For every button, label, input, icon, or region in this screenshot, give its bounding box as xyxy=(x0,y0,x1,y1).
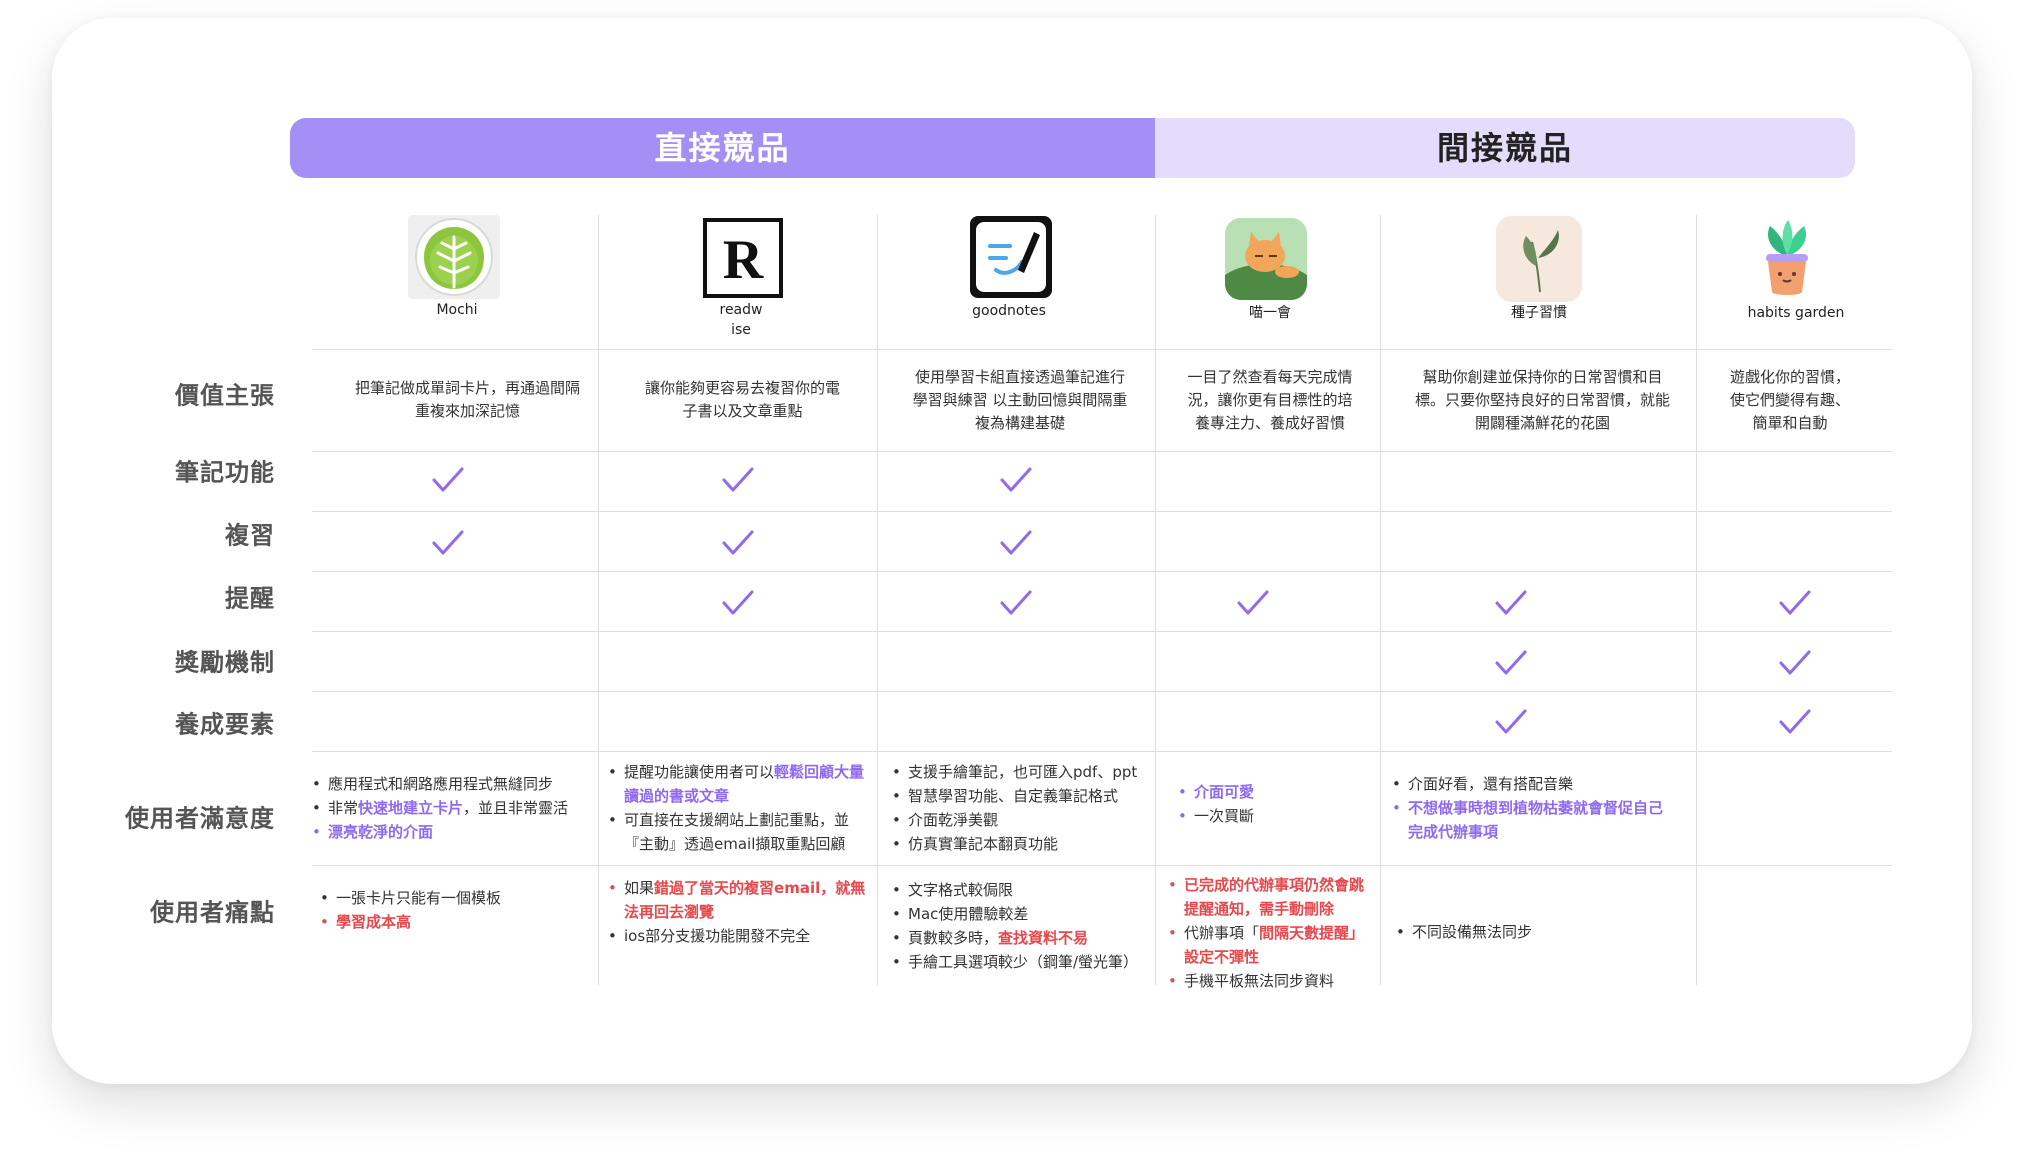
pain-list-seed-habit: 不同設備無法同步 xyxy=(1396,920,1678,944)
list-item: 學習成本高 xyxy=(320,910,590,934)
list-item: 不同設備無法同步 xyxy=(1396,920,1678,944)
row-divider xyxy=(312,865,1892,866)
checkmark-icon xyxy=(1494,708,1528,736)
list-item: ios部分支援功能開發不完全 xyxy=(608,924,870,948)
value-prop-goodnotes: 使用學習卡組直接透過筆記進行學習與練習 以主動回憶與間隔重複為構建基礎 xyxy=(912,367,1128,432)
row-divider xyxy=(312,349,1892,350)
list-item: 仿真實筆記本翻頁功能 xyxy=(892,832,1154,856)
value-prop-readwise: 讓你能夠更容易去複習你的電子書以及文章重點 xyxy=(644,379,840,420)
satisfaction-list-meow: 介面可愛 一次買斷 xyxy=(1178,780,1368,828)
satisfaction-list-mochi: 應用程式和網路應用程式無縫同步 非常快速地建立卡片，並且非常靈活 漂亮乾淨的介面 xyxy=(312,772,594,844)
row-label-reward: 獎勵機制 xyxy=(175,648,275,677)
row-divider xyxy=(312,691,1892,692)
pain-list-goodnotes: 文字格式較侷限 Mac使用體驗較差 頁數較多時，查找資料不易 手繪工具選項較少（… xyxy=(892,878,1154,974)
column-divider xyxy=(598,215,599,985)
list-item: 代辦事項「間隔天數提醒」設定不彈性 xyxy=(1168,921,1368,969)
indirect-competitors-header: 間接競品 xyxy=(1155,118,1855,178)
row-label-notes: 筆記功能 xyxy=(175,458,275,487)
row-divider xyxy=(312,451,1892,452)
pain-list-meow: 已完成的代辦事項仍然會跳提醒通知，需手動刪除 代辦事項「間隔天數提醒」設定不彈性… xyxy=(1168,873,1368,993)
product-name-readwise: readw ise xyxy=(719,302,763,338)
column-divider xyxy=(1380,215,1381,985)
list-item: 支援手繪筆記，也可匯入pdf、ppt xyxy=(892,760,1154,784)
checkmark-icon xyxy=(999,529,1033,557)
direct-competitors-header: 直接競品 xyxy=(290,118,1155,178)
product-name-mochi: Mochi xyxy=(436,302,478,318)
product-name-seed-habit: 種子習慣 xyxy=(1511,305,1567,321)
checkmark-icon xyxy=(1494,589,1528,617)
product-name-habits-garden: habits garden xyxy=(1747,305,1845,321)
mochi-logo-icon xyxy=(408,215,500,299)
checkmark-icon xyxy=(1778,649,1812,677)
meow-app-logo-icon xyxy=(1225,218,1307,300)
checkmark-icon xyxy=(721,589,755,617)
checkmark-icon xyxy=(1494,649,1528,677)
row-label-reminder: 提醒 xyxy=(225,584,275,613)
row-label-review: 複習 xyxy=(225,521,275,550)
row-label-satisfaction: 使用者滿意度 xyxy=(125,804,275,833)
checkmark-icon xyxy=(1236,589,1270,617)
list-item: 非常快速地建立卡片，並且非常靈活 xyxy=(312,796,594,820)
list-item: 介面好看，還有搭配音樂 xyxy=(1392,772,1674,796)
row-label-habit: 養成要素 xyxy=(175,710,275,739)
pain-list-readwise: 如果錯過了當天的複習email，就無法再回去瀏覽 ios部分支援功能開發不完全 xyxy=(608,876,870,948)
list-item: 手機平板無法同步資料 xyxy=(1168,969,1368,993)
checkmark-icon xyxy=(1778,708,1812,736)
list-item: 智慧學習功能、自定義筆記格式 xyxy=(892,784,1154,808)
list-item: 提醒功能讓使用者可以輕鬆回顧大量讀過的書或文章 xyxy=(608,760,870,808)
row-divider xyxy=(312,571,1892,572)
value-prop-mochi: 把筆記做成單詞卡片，再通過間隔重複來加深記憶 xyxy=(354,379,580,420)
value-prop-meow: 一目了然查看每天完成情況，讓你更有目標性的培養專注力、養成好習慣 xyxy=(1187,367,1353,432)
column-divider xyxy=(877,215,878,985)
list-item: 漂亮乾淨的介面 xyxy=(312,820,594,844)
row-label-value-prop: 價值主張 xyxy=(175,381,275,410)
satisfaction-list-goodnotes: 支援手繪筆記，也可匯入pdf、ppt 智慧學習功能、自定義筆記格式 介面乾淨美觀… xyxy=(892,760,1154,856)
list-item: Mac使用體驗較差 xyxy=(892,902,1154,926)
list-item: 應用程式和網路應用程式無縫同步 xyxy=(312,772,594,796)
column-divider xyxy=(1696,215,1697,985)
checkmark-icon xyxy=(431,466,465,494)
list-item: 不想做事時想到植物枯萎就會督促自己完成代辦事項 xyxy=(1392,796,1674,844)
seed-habit-logo-icon xyxy=(1496,216,1582,302)
value-prop-seed-habit: 幫助你創建並保持你的日常習慣和目標。只要你堅持良好的日常習慣，就能開闢種滿鮮花的… xyxy=(1414,367,1670,432)
product-name-meow: 喵一會 xyxy=(1249,305,1291,321)
checkmark-icon xyxy=(999,466,1033,494)
product-name-goodnotes: goodnotes xyxy=(972,303,1046,319)
list-item: 一次買斷 xyxy=(1178,804,1368,828)
column-divider xyxy=(1155,215,1156,985)
goodnotes-logo-icon xyxy=(970,216,1052,298)
checkmark-icon xyxy=(999,589,1033,617)
row-divider xyxy=(312,511,1892,512)
habits-garden-logo-icon xyxy=(1752,216,1822,300)
row-divider xyxy=(312,751,1892,752)
list-item: 已完成的代辦事項仍然會跳提醒通知，需手動刪除 xyxy=(1168,873,1368,921)
row-label-pain-points: 使用者痛點 xyxy=(150,898,275,927)
list-item: 頁數較多時，查找資料不易 xyxy=(892,926,1154,950)
list-item: 介面乾淨美觀 xyxy=(892,808,1154,832)
list-item: 如果錯過了當天的複習email，就無法再回去瀏覽 xyxy=(608,876,870,924)
list-item: 手繪工具選項較少（鋼筆/螢光筆） xyxy=(892,950,1154,974)
row-divider xyxy=(312,631,1892,632)
list-item: 一張卡片只能有一個模板 xyxy=(320,886,590,910)
readwise-logo-icon: R xyxy=(703,218,783,298)
value-prop-habits-garden: 遊戲化你的習慣，使它們變得有趣、簡單和自動 xyxy=(1729,367,1850,432)
svg-text:R: R xyxy=(723,229,764,291)
checkmark-icon xyxy=(431,529,465,557)
list-item: 介面可愛 xyxy=(1178,780,1368,804)
list-item: 文字格式較侷限 xyxy=(892,878,1154,902)
satisfaction-list-readwise: 提醒功能讓使用者可以輕鬆回顧大量讀過的書或文章 可直接在支援網站上劃記重點，並『… xyxy=(608,760,870,856)
satisfaction-list-seed-habit: 介面好看，還有搭配音樂 不想做事時想到植物枯萎就會督促自己完成代辦事項 xyxy=(1392,772,1674,844)
pain-list-mochi: 一張卡片只能有一個模板 學習成本高 xyxy=(320,886,590,934)
checkmark-icon xyxy=(721,466,755,494)
list-item: 可直接在支援網站上劃記重點，並『主動』透過email擷取重點回顧 xyxy=(608,808,870,856)
checkmark-icon xyxy=(1778,589,1812,617)
checkmark-icon xyxy=(721,529,755,557)
